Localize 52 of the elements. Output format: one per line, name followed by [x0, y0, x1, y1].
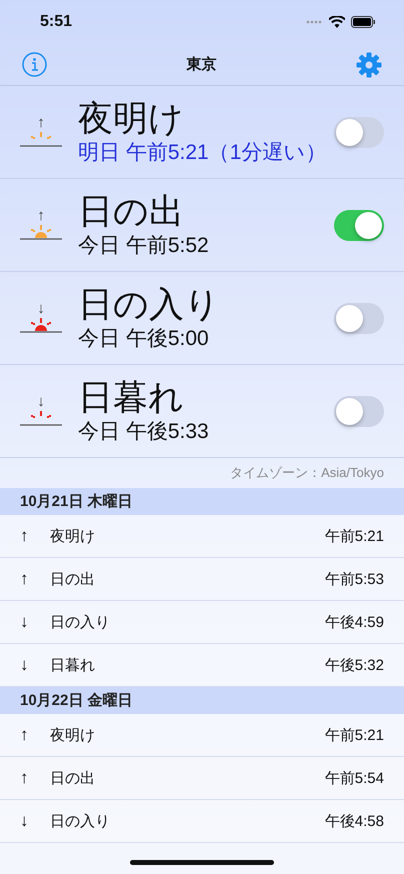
info-icon[interactable]: [22, 52, 47, 77]
event-name: 日の入り: [78, 284, 221, 326]
wifi-icon: [329, 16, 345, 28]
toggle-switch[interactable]: [334, 302, 384, 334]
battery-icon: [351, 16, 376, 28]
toggle-switch[interactable]: [334, 210, 384, 240]
event-time: 午前5:53: [324, 570, 384, 588]
date-header: 10月21日 木曜日: [0, 488, 404, 515]
event-name: 日暮れ: [78, 377, 185, 419]
settings-icon[interactable]: [356, 52, 382, 78]
event-time: 今日 午後5:33: [78, 419, 210, 445]
event-time: 今日 午前5:52: [78, 233, 210, 259]
arrow-icon: ↑: [20, 725, 50, 745]
arrow-icon: ↓: [20, 612, 50, 632]
event-time: 午前5:21: [324, 526, 384, 546]
arrow-icon: ↓: [37, 394, 45, 410]
horizon-rays-icon: [20, 131, 62, 149]
event-time: 午後4:58: [324, 812, 384, 830]
timezone-label: タイムゾーン：Asia/Tokyo: [229, 464, 385, 482]
arrow-icon: ↑: [20, 768, 50, 788]
date-header: 10月22日 金曜日: [0, 687, 404, 714]
event-name: 日の入り: [50, 812, 111, 830]
event-time: 午後4:59: [324, 612, 384, 632]
event-name: 日の出: [78, 191, 185, 233]
sun-horizon-icon: [20, 317, 62, 335]
signal-icon: [306, 20, 323, 24]
arrow-icon: ↓: [37, 301, 45, 317]
event-name: 日の出: [50, 570, 96, 588]
event-name: 夜明け: [50, 726, 96, 744]
toggle-switch[interactable]: [334, 396, 384, 426]
home-indicator[interactable]: [130, 860, 274, 865]
event-time: 午前5:54: [324, 768, 384, 788]
event-time: 午前5:21: [324, 726, 384, 744]
arrow-icon: ↑: [20, 526, 50, 546]
event-name: 夜明け: [78, 98, 185, 140]
event-name: 日の出: [50, 768, 96, 788]
arrow-icon: ↑: [20, 569, 50, 589]
event-time: 午後5:32: [324, 656, 384, 674]
event-name: 日の入り: [50, 612, 111, 632]
horizon-rays-icon: [20, 410, 62, 428]
arrow-icon: ↓: [20, 655, 50, 675]
toggle-switch[interactable]: [334, 116, 384, 148]
event-name: 夜明け: [50, 526, 96, 546]
arrow-icon: ↑: [37, 208, 45, 224]
status-time: 5:51: [40, 13, 72, 31]
arrow-icon: ↑: [37, 115, 45, 131]
event-name: 日暮れ: [50, 656, 96, 674]
event-time: 今日 午後5:00: [78, 326, 210, 352]
event-time: 明日 午前5:21（1分遅い）: [78, 140, 328, 166]
nav-title: 東京: [186, 55, 216, 74]
sun-horizon-icon: [20, 224, 62, 242]
arrow-icon: ↓: [20, 811, 50, 831]
